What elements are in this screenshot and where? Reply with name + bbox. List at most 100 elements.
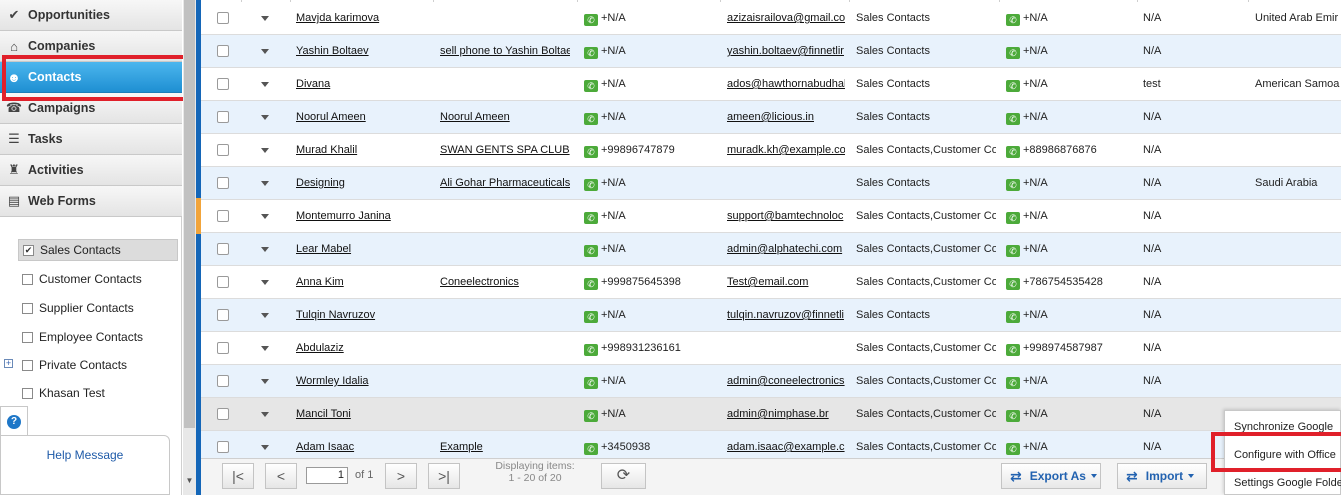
cell-name[interactable]: Mancil Toni (296, 408, 426, 421)
account-text[interactable]: Coneelectronics (440, 276, 519, 288)
row-checkbox[interactable] (217, 276, 229, 288)
row-checkbox[interactable] (217, 408, 229, 420)
menu-item-synchronize-google[interactable]: Synchronize Google (1234, 421, 1333, 433)
name-text[interactable]: Tulqin Navruzov (296, 309, 375, 321)
table-row[interactable]: Abdulaziz ✆ +998931236161 Sales Contacts,Cu… (201, 332, 1341, 365)
filter-customer-contacts[interactable]: Customer Contacts (18, 268, 178, 290)
email-text[interactable]: tulqin.navruzov@finnetli (727, 309, 844, 321)
checkbox-checked-icon[interactable]: ✔ (23, 244, 34, 256)
nav-companies[interactable]: ⌂ Companies (0, 31, 182, 62)
row-expand-caret-icon[interactable] (261, 247, 269, 252)
first-page-button[interactable]: |< (222, 463, 254, 489)
row-expand-caret-icon[interactable] (261, 49, 269, 54)
row-expand-caret-icon[interactable] (261, 181, 269, 186)
row-expand-caret-icon[interactable] (261, 445, 269, 450)
account-text[interactable]: Noorul Ameen (440, 111, 510, 123)
table-row[interactable]: Tulqin Navruzov ✆ +N/A tulqin.navruzov@finn… (201, 299, 1341, 332)
phone-icon[interactable]: ✆ (584, 113, 598, 125)
row-expand-caret-icon[interactable] (261, 82, 269, 87)
cell-name[interactable]: Mavjda karimova (296, 12, 426, 25)
filter-supplier-contacts[interactable]: Supplier Contacts (18, 297, 178, 319)
phone-icon[interactable]: ✆ (584, 410, 598, 422)
cell-name[interactable]: Adam Isaac (296, 441, 426, 454)
phone-icon[interactable]: ✆ (584, 80, 598, 92)
cell-name[interactable]: Wormley Idalia (296, 375, 426, 388)
phone-icon[interactable]: ✆ (1006, 14, 1020, 26)
import-button[interactable]: ⇄ Import (1117, 463, 1207, 489)
cell-email[interactable]: tulqin.navruzov@finnetli (727, 309, 845, 322)
phone-icon[interactable]: ✆ (1006, 212, 1020, 224)
table-row[interactable]: Mavjda karimova ✆ +N/A azizaisrailova@gmail… (201, 2, 1341, 35)
cell-email[interactable]: adam.isaac@example.c (727, 441, 845, 454)
cell-account[interactable]: SWAN GENTS SPA CLUB (440, 144, 570, 157)
phone-icon[interactable]: ✆ (584, 443, 598, 455)
row-expand-caret-icon[interactable] (261, 280, 269, 285)
phone-icon[interactable]: ✆ (584, 179, 598, 191)
phone-icon[interactable]: ✆ (1006, 47, 1020, 59)
export-as-button[interactable]: ⇄ Export As (1001, 463, 1101, 489)
row-expand-caret-icon[interactable] (261, 16, 269, 21)
row-checkbox[interactable] (217, 12, 229, 24)
table-row[interactable]: Lear Mabel ✆ +N/A admin@alphatechi.com Sales… (201, 233, 1341, 266)
name-text[interactable]: Abdulaziz (296, 342, 344, 354)
account-text[interactable]: SWAN GENTS SPA CLUB (440, 144, 570, 156)
help-message-link[interactable]: Help Message (1, 448, 169, 462)
account-text[interactable]: Ali Gohar Pharmaceuticals (440, 177, 570, 189)
name-text[interactable]: Yashin Boltaev (296, 45, 369, 57)
table-row[interactable]: Montemurro Janina ✆ +N/A support@bamtechnol… (201, 200, 1341, 233)
phone-icon[interactable]: ✆ (1006, 311, 1020, 323)
cell-name[interactable]: Murad Khalil (296, 144, 426, 157)
expand-icon[interactable]: + (4, 359, 13, 368)
cell-account[interactable]: Coneelectronics (440, 276, 570, 289)
phone-icon[interactable]: ✆ (584, 146, 598, 158)
checkbox-icon[interactable] (22, 359, 33, 371)
cell-name[interactable]: Yashin Boltaev (296, 45, 426, 58)
checkbox-icon[interactable] (22, 273, 33, 285)
email-text[interactable]: azizaisrailova@gmail.co (727, 12, 845, 24)
phone-icon[interactable]: ✆ (584, 344, 598, 356)
name-text[interactable]: Designing (296, 177, 345, 189)
name-text[interactable]: Wormley Idalia (296, 375, 369, 387)
phone-icon[interactable]: ✆ (1006, 146, 1020, 158)
phone-icon[interactable]: ✆ (1006, 377, 1020, 389)
filter-khasan-test[interactable]: Khasan Test (18, 382, 178, 404)
cell-name[interactable]: Montemurro Janina (296, 210, 426, 223)
cell-name[interactable]: Divana (296, 78, 426, 91)
cell-name[interactable]: Lear Mabel (296, 243, 426, 256)
row-expand-caret-icon[interactable] (261, 115, 269, 120)
checkbox-icon[interactable] (22, 331, 33, 343)
checkbox-icon[interactable] (22, 302, 33, 314)
name-text[interactable]: Murad Khalil (296, 144, 357, 156)
row-checkbox[interactable] (217, 144, 229, 156)
cell-email[interactable]: ados@hawthornabudhal (727, 78, 845, 91)
cell-email[interactable]: muradk.kh@example.co (727, 144, 845, 157)
phone-icon[interactable]: ✆ (584, 14, 598, 26)
row-checkbox[interactable] (217, 342, 229, 354)
name-text[interactable]: Anna Kim (296, 276, 344, 288)
phone-icon[interactable]: ✆ (584, 245, 598, 257)
row-checkbox[interactable] (217, 111, 229, 123)
table-row[interactable]: Yashin Boltaev sell phone to Yashin Bolta… (201, 35, 1341, 68)
last-page-button[interactable]: >| (428, 463, 460, 489)
email-text[interactable]: Test@email.com (727, 276, 808, 288)
row-expand-caret-icon[interactable] (261, 412, 269, 417)
cell-account[interactable]: Example (440, 441, 570, 454)
phone-icon[interactable]: ✆ (584, 311, 598, 323)
cell-email[interactable]: azizaisrailova@gmail.co (727, 12, 845, 25)
name-text[interactable]: Divana (296, 78, 330, 90)
row-checkbox[interactable] (217, 210, 229, 222)
nav-campaigns[interactable]: ☎ Campaigns (0, 93, 182, 124)
email-text[interactable]: yashin.boltaev@finnetlir (727, 45, 844, 57)
table-row[interactable]: Mancil Toni ✆ +N/A admin@nimphase.br Sales C… (201, 398, 1341, 431)
cell-account[interactable]: Ali Gohar Pharmaceuticals (440, 177, 570, 190)
phone-icon[interactable]: ✆ (1006, 179, 1020, 191)
cell-email[interactable]: admin@nimphase.br (727, 408, 845, 421)
filter-employee-contacts[interactable]: Employee Contacts (18, 326, 178, 348)
page-number-input[interactable]: 1 (306, 467, 348, 484)
cell-email[interactable]: admin@alphatechi.com (727, 243, 845, 256)
cell-email[interactable]: ameen@licious.in (727, 111, 845, 124)
email-text[interactable]: support@bamtechnoloc (727, 210, 843, 222)
phone-icon[interactable]: ✆ (1006, 344, 1020, 356)
nav-contacts[interactable]: ☻ Contacts (0, 62, 182, 93)
cell-email[interactable]: yashin.boltaev@finnetlir (727, 45, 845, 58)
